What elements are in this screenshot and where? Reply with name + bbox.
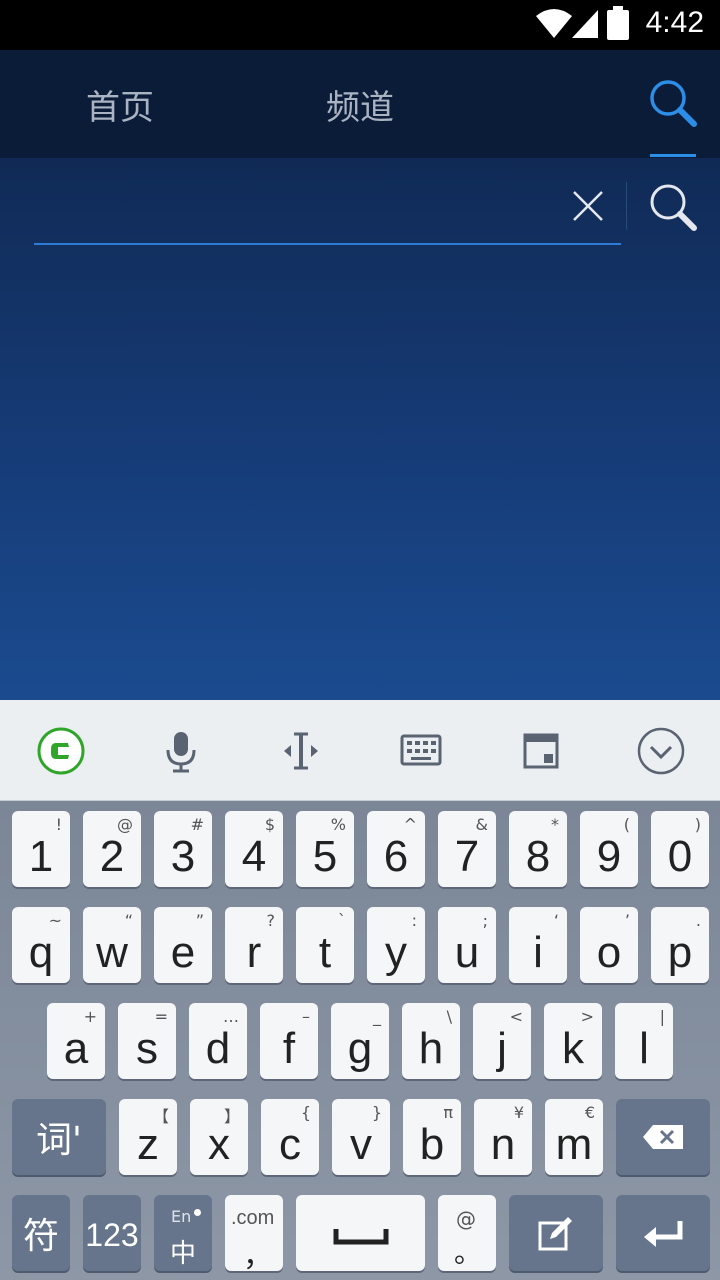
key-com-comma[interactable]: .com ， [225,1195,283,1274]
key-h[interactable]: \ h [402,1003,460,1079]
key-word-mode[interactable]: 词' [12,1099,106,1175]
key-v[interactable]: } v [332,1099,390,1175]
key-backspace[interactable] [616,1099,710,1175]
keyboard-layout-icon[interactable] [396,726,446,776]
enter-icon [644,1221,683,1247]
key-o[interactable]: ’ o [580,907,638,983]
key-symbols[interactable]: 符 [12,1195,70,1271]
app-header: 首页 频道 [0,50,720,158]
key-c[interactable]: {c [261,1099,319,1175]
tab-home[interactable]: 首页 [86,80,154,129]
key-j[interactable]: < j [473,1003,531,1079]
key-i[interactable]: ‘i [509,907,567,983]
key-n[interactable]: ¥ n [474,1099,532,1175]
battery-icon [607,6,629,40]
clock: 4:42 [645,6,704,39]
key-f[interactable]: – f [260,1003,318,1079]
key-2[interactable]: @2 [83,811,141,887]
wifi-icon [536,9,572,38]
key-numbers[interactable]: 123 [83,1195,141,1271]
key-4[interactable]: $4 [225,811,283,887]
divider [626,182,627,230]
signal-icon [572,10,598,38]
key-a[interactable]: + a [47,1003,105,1079]
key-s[interactable]: = s [118,1003,176,1079]
key-g[interactable]: _ g [331,1003,389,1079]
key-9[interactable]: (9 [580,811,638,887]
key-z[interactable]: 【z [119,1099,177,1175]
key-handwriting[interactable] [509,1195,603,1271]
key-at-period[interactable]: @ 。 [438,1195,496,1271]
key-r[interactable]: ? r [225,907,283,983]
tab-search-icon[interactable] [648,78,698,128]
key-u[interactable]: ; u [438,907,496,983]
microphone-icon[interactable] [156,726,206,776]
key-y[interactable]: :y [367,907,425,983]
collapse-icon[interactable] [636,726,686,776]
key-q[interactable]: ~ q [12,907,70,983]
key-language[interactable]: En 中 [154,1195,212,1271]
search-input[interactable] [34,182,574,242]
keyboard: ! 1 @2 #3 $4 % 5 ^ 6 & 7 * 8 (9 ) 0 ~ q “w ” e ?… [0,801,720,1280]
backspace-icon [643,1125,683,1149]
key-5[interactable]: % 5 [296,811,354,887]
key-l[interactable]: | l [615,1003,673,1079]
key-e[interactable]: ” e [154,907,212,983]
status-bar: 4:42 [0,0,720,50]
key-k[interactable]: > k [544,1003,602,1079]
key-t[interactable]: ` t [296,907,354,983]
search-input-underline [34,243,621,245]
key-3[interactable]: #3 [154,811,212,887]
space-icon [333,1229,389,1245]
logo-icon[interactable] [36,726,86,776]
window-icon[interactable] [516,726,566,776]
key-d[interactable]: … d [189,1003,247,1079]
key-enter[interactable] [616,1195,710,1271]
clear-icon[interactable] [568,186,608,226]
key-p[interactable]: .p [651,907,709,983]
keyboard-toolbar [0,700,720,801]
cursor-icon[interactable] [276,726,326,776]
search-panel [0,158,720,700]
key-x[interactable]: 】 x [190,1099,248,1175]
key-8[interactable]: * 8 [509,811,567,887]
key-6[interactable]: ^ 6 [367,811,425,887]
key-w[interactable]: “w [83,907,141,983]
key-1[interactable]: ! 1 [12,811,70,887]
language-dot-icon [194,1209,201,1216]
key-space[interactable] [296,1195,425,1271]
key-0[interactable]: ) 0 [651,811,709,887]
active-tab-indicator [650,154,696,157]
edit-icon [538,1217,572,1251]
tab-channel[interactable]: 频道 [326,80,394,129]
key-7[interactable]: & 7 [438,811,496,887]
search-icon[interactable] [648,182,698,232]
key-m[interactable]: € m [545,1099,603,1175]
key-b[interactable]: πb [403,1099,461,1175]
